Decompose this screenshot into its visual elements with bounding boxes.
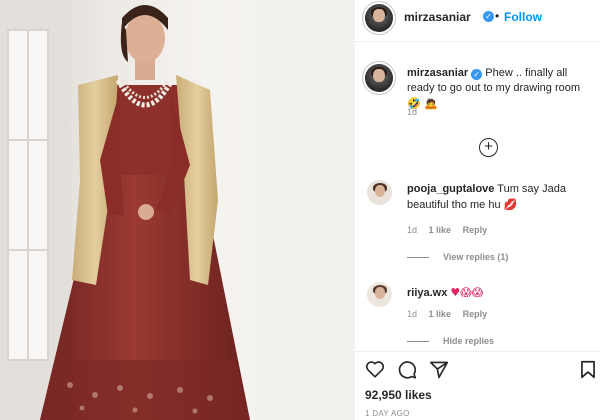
like-count[interactable]: 92,950 likes — [365, 388, 432, 402]
reply-button[interactable]: Reply — [463, 225, 488, 235]
comment-like-count[interactable]: 1 like — [429, 309, 452, 319]
hide-replies-button[interactable]: Hide replies — [407, 336, 494, 346]
verified-badge-icon: ✓ — [483, 11, 494, 22]
comment-avatar[interactable] — [367, 282, 392, 307]
avatar-face — [373, 69, 385, 83]
add-comment-icon[interactable]: + — [479, 138, 498, 157]
reply-button[interactable]: Reply — [463, 309, 488, 319]
header-separator: • — [495, 9, 500, 23]
comment-meta: 1d 1 like Reply — [407, 225, 496, 235]
caption-username[interactable]: mirzasaniar — [407, 67, 468, 79]
post-photo[interactable] — [0, 0, 355, 420]
comment-icon[interactable] — [397, 360, 417, 382]
caption-age: 1d — [407, 107, 418, 117]
bookmark-icon[interactable] — [580, 360, 596, 382]
avatar-face — [373, 9, 385, 23]
comment-meta: 1d 1 like Reply — [407, 309, 496, 319]
comment-age: 1d — [407, 309, 418, 319]
heart-icon[interactable] — [365, 360, 385, 381]
avatar-face — [374, 286, 385, 299]
comment-avatar[interactable] — [367, 180, 392, 205]
author-avatar[interactable] — [365, 4, 393, 32]
post-timestamp[interactable]: 1 DAY AGO — [365, 409, 410, 418]
comment-emoji: 💋 — [503, 198, 518, 211]
comment-emoji: ♥😱😱 — [450, 286, 484, 299]
avatar-face — [374, 184, 385, 197]
actions-divider — [355, 351, 600, 352]
post-action-bar — [355, 356, 600, 382]
post-image-illustration — [0, 0, 355, 420]
comment-username[interactable]: riiya.wx — [407, 287, 447, 299]
post-side-panel: mirzasaniar ✓ • Follow mirzasaniar ✓ Phe… — [355, 0, 600, 420]
follow-button[interactable]: Follow — [504, 10, 542, 24]
comment-body: riiya.wx ♥😱😱 — [407, 285, 595, 301]
caption-meta: 1d — [407, 107, 426, 117]
comment-like-count[interactable]: 1 like — [429, 225, 452, 235]
verified-badge-icon: ✓ — [471, 69, 483, 80]
share-icon[interactable] — [429, 360, 449, 382]
header-divider — [355, 41, 600, 42]
comment-username[interactable]: pooja_guptalove — [407, 183, 494, 195]
comment-age: 1d — [407, 225, 418, 235]
view-replies-button[interactable]: View replies (1) — [407, 252, 508, 262]
caption-author-avatar[interactable] — [365, 64, 393, 92]
post-caption: mirzasaniar ✓ Phew .. finally all ready … — [407, 66, 595, 112]
comment-body: pooja_guptalove Tum say Jada beautiful t… — [407, 182, 595, 213]
author-username[interactable]: mirzasaniar — [404, 10, 471, 24]
